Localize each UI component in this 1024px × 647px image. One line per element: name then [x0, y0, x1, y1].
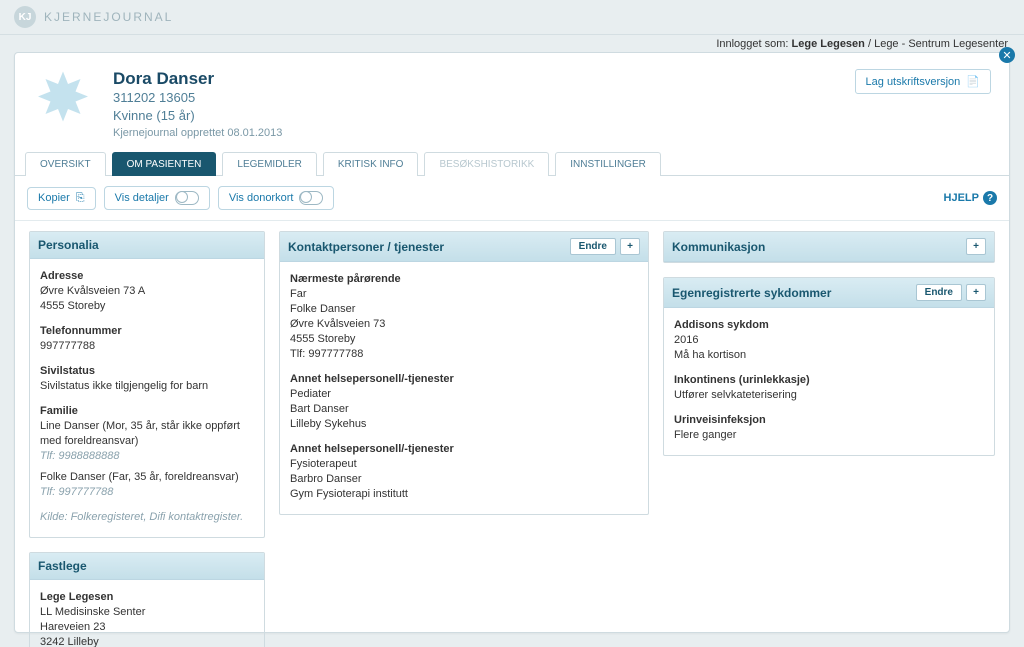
value: Gym Fysioterapi institutt: [290, 487, 638, 502]
login-sep: /: [868, 38, 871, 50]
label: Annet helsepersonell/-tjenester: [290, 442, 638, 457]
edit-button[interactable]: Endre: [570, 238, 616, 255]
value: Tlf: 997777788: [40, 485, 254, 500]
tab-om-pasienten[interactable]: OM PASIENTEN: [112, 152, 217, 176]
edit-button[interactable]: Endre: [916, 284, 962, 301]
panel-fastlege: Fastlege Lege Legesen LL Medisinske Sent…: [29, 552, 265, 647]
print-button-label: Lag utskriftsversjon: [866, 76, 961, 88]
panel-title: Personalia: [38, 238, 99, 252]
copy-label: Kopier: [38, 192, 70, 204]
close-icon[interactable]: ✕: [999, 47, 1015, 63]
help-label: HJELP: [944, 192, 979, 204]
label: Nærmeste pårørende: [290, 272, 638, 287]
donor-label: Vis donorkort: [229, 192, 294, 204]
medical-star-icon: [33, 69, 93, 129]
value: Folke Danser (Far, 35 år, foreldreansvar…: [40, 470, 254, 485]
login-status: Innlogget som: Lege Legesen / Lege - Sen…: [716, 38, 1008, 50]
value: Flere ganger: [674, 428, 984, 443]
panel-title: Kontaktpersoner / tjenester: [288, 240, 444, 254]
copy-button[interactable]: Kopier ⎘: [27, 187, 96, 210]
panel-title: Egenregistrerte sykdommer: [672, 286, 831, 300]
panel-personalia: Personalia Adresse Øvre Kvålsveien 73 A …: [29, 231, 265, 538]
tab-besokshistorikk: BESØKSHISTORIKK: [424, 152, 549, 176]
document-icon: 📄: [966, 75, 980, 88]
value: Line Danser (Mor, 35 år, står ikke oppfø…: [40, 419, 254, 449]
panel-title: Fastlege: [38, 559, 87, 573]
label: Sivilstatus: [40, 364, 254, 379]
label: Inkontinens (urinlekkasje): [674, 373, 984, 388]
value: 997777788: [40, 339, 254, 354]
value: Tlf: 9988888888: [40, 449, 254, 464]
patient-ssn: 311202 13605: [113, 89, 282, 107]
copy-icon: ⎘: [76, 192, 85, 205]
value: Folke Danser: [290, 302, 638, 317]
value: Øvre Kvålsveien 73: [290, 317, 638, 332]
value: 4555 Storeby: [290, 332, 638, 347]
add-button[interactable]: +: [620, 238, 640, 255]
help-button[interactable]: HJELP ?: [944, 191, 997, 205]
value: Bart Danser: [290, 402, 638, 417]
patient-name: Dora Danser: [113, 69, 282, 89]
value: Barbro Danser: [290, 472, 638, 487]
label: Familie: [40, 404, 254, 419]
toggle-icon: [175, 191, 199, 205]
details-label: Vis detaljer: [115, 192, 169, 204]
value: Fysioterapeut: [290, 457, 638, 472]
value: Hareveien 23: [40, 620, 254, 635]
donor-toggle[interactable]: Vis donorkort: [218, 186, 335, 210]
tab-legemidler[interactable]: LEGEMIDLER: [222, 152, 316, 176]
patient-created: Kjernejournal opprettet 08.01.2013: [113, 127, 282, 139]
value: Må ha kortison: [674, 348, 984, 363]
value: Tlf: 997777788: [290, 347, 638, 362]
label: Urinveisinfeksjon: [674, 413, 984, 428]
print-button[interactable]: Lag utskriftsversjon 📄: [855, 69, 991, 94]
details-toggle[interactable]: Vis detaljer: [104, 186, 210, 210]
panel-title: Kommunikasjon: [672, 240, 765, 254]
value: Pediater: [290, 387, 638, 402]
source-note: Kilde: Folkeregisteret, Difi kontaktregi…: [40, 510, 254, 525]
panel-contacts: Kontaktpersoner / tjenester Endre + Nærm…: [279, 231, 649, 515]
label: Annet helsepersonell/-tjenester: [290, 372, 638, 387]
value: Lege Legesen: [40, 590, 254, 605]
login-user: Lege Legesen: [792, 38, 865, 50]
tab-oversikt[interactable]: OVERSIKT: [25, 152, 106, 176]
add-button[interactable]: +: [966, 284, 986, 301]
patient-gender-age: Kvinne (15 år): [113, 107, 282, 125]
logo-badge-icon: KJ: [14, 6, 36, 28]
product-name: KJERNEJOURNAL: [44, 10, 173, 24]
tab-innstillinger[interactable]: INNSTILLINGER: [555, 152, 661, 176]
label: Adresse: [40, 269, 254, 284]
add-button[interactable]: +: [966, 238, 986, 255]
login-role: Lege - Sentrum Legesenter: [874, 38, 1008, 50]
panel-sykdommer: Egenregistrerte sykdommer Endre + Addiso…: [663, 277, 995, 456]
label: Addisons sykdom: [674, 318, 984, 333]
login-prefix: Innlogget som:: [716, 38, 788, 50]
label: Telefonnummer: [40, 324, 254, 339]
value: 4555 Storeby: [40, 299, 254, 314]
value: Øvre Kvålsveien 73 A: [40, 284, 254, 299]
tab-kritisk-info[interactable]: KRITISK INFO: [323, 152, 419, 176]
value: Far: [290, 287, 638, 302]
toggle-icon: [299, 191, 323, 205]
value: Lilleby Sykehus: [290, 417, 638, 432]
help-icon: ?: [983, 191, 997, 205]
value: Utfører selvkateterisering: [674, 388, 984, 403]
value: LL Medisinske Senter: [40, 605, 254, 620]
tabs: OVERSIKT OM PASIENTEN LEGEMIDLER KRITISK…: [15, 151, 1009, 176]
value: 2016: [674, 333, 984, 348]
value: 3242 Lilleby: [40, 635, 254, 647]
panel-kommunikasjon: Kommunikasjon +: [663, 231, 995, 263]
value: Sivilstatus ikke tilgjengelig for barn: [40, 379, 254, 394]
